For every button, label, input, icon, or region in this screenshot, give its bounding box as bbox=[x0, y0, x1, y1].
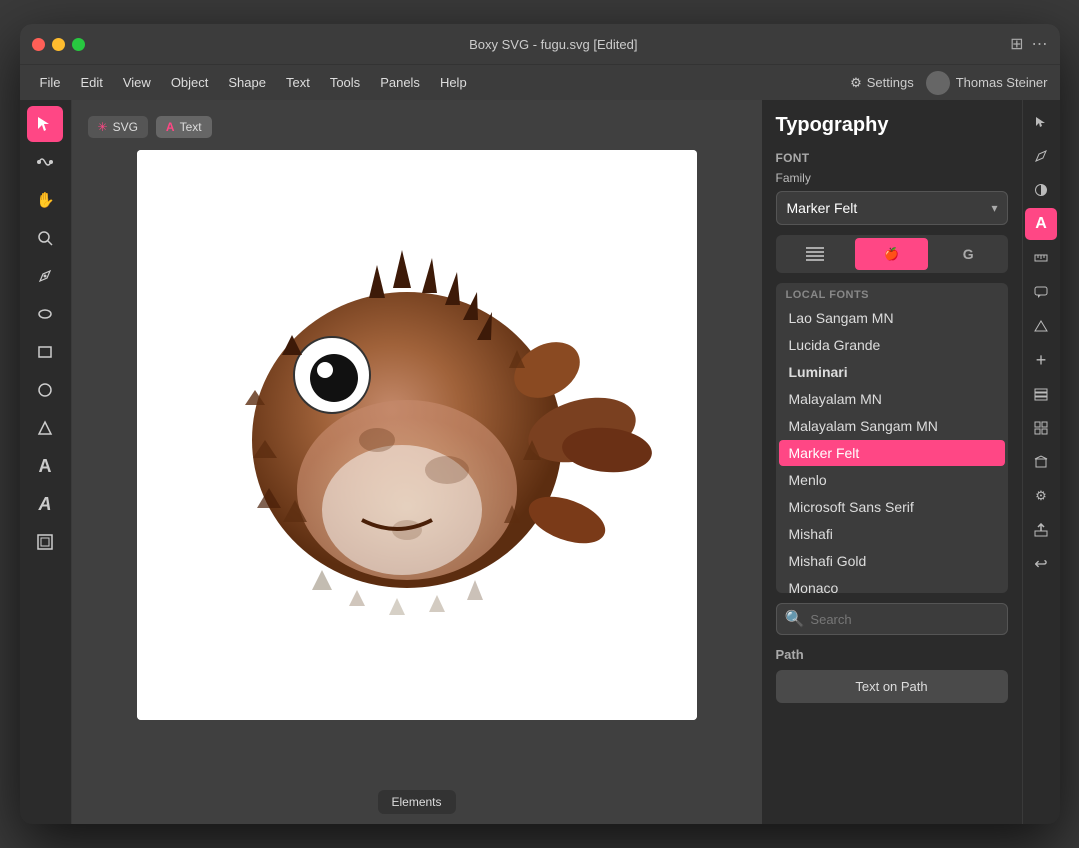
family-label: Family bbox=[776, 171, 1008, 185]
font-item-0[interactable]: Lao Sangam MN bbox=[779, 305, 1005, 331]
svg-text:✋: ✋ bbox=[36, 191, 54, 209]
text-italic-tool-btn[interactable]: A bbox=[27, 486, 63, 522]
menu-edit[interactable]: Edit bbox=[72, 71, 110, 94]
panel-export-icon[interactable] bbox=[1025, 514, 1057, 546]
font-item-3[interactable]: Malayalam MN bbox=[779, 386, 1005, 412]
menu-tools[interactable]: Tools bbox=[322, 71, 368, 94]
pan-tool-btn[interactable]: ✋ bbox=[27, 182, 63, 218]
font-item-7[interactable]: Microsoft Sans Serif bbox=[779, 494, 1005, 520]
svg-tab-label: SVG bbox=[113, 120, 138, 134]
right-section: Typography Font Family Marker Felt ▾ bbox=[762, 100, 1060, 824]
main-row: ✋ A A bbox=[20, 100, 1060, 824]
zoom-tool-btn[interactable] bbox=[27, 220, 63, 256]
menu-view[interactable]: View bbox=[115, 71, 159, 94]
menu-bar: File Edit View Object Shape Text Tools P… bbox=[20, 64, 1060, 100]
font-family-select[interactable]: Marker Felt bbox=[776, 191, 1008, 225]
frame-tool-btn[interactable] bbox=[27, 524, 63, 560]
font-search-box[interactable]: 🔍 bbox=[776, 603, 1008, 635]
user-button[interactable]: Thomas Steiner bbox=[926, 71, 1048, 95]
panel-plus-icon[interactable]: + bbox=[1025, 344, 1057, 376]
user-avatar bbox=[926, 71, 950, 95]
text-tab[interactable]: A Text bbox=[156, 116, 212, 138]
font-family-wrapper: Marker Felt ▾ bbox=[776, 191, 1008, 225]
settings-icon: ⚙ bbox=[850, 75, 862, 91]
node-tool-btn[interactable] bbox=[27, 144, 63, 180]
font-item-4[interactable]: Malayalam Sangam MN bbox=[779, 413, 1005, 439]
text-tab-label: Text bbox=[180, 120, 202, 134]
pen-tool-btn[interactable] bbox=[27, 258, 63, 294]
search-icon: 🔍 bbox=[785, 609, 805, 629]
panel-building-icon[interactable] bbox=[1025, 446, 1057, 478]
font-search-input[interactable] bbox=[810, 612, 998, 627]
menu-panels[interactable]: Panels bbox=[372, 71, 428, 94]
menu-help[interactable]: Help bbox=[432, 71, 475, 94]
menu-shape[interactable]: Shape bbox=[220, 71, 274, 94]
panel-title: Typography bbox=[776, 114, 1008, 137]
path-section: Path Text on Path bbox=[776, 647, 1008, 703]
path-label: Path bbox=[776, 647, 1008, 662]
app-window: Boxy SVG - fugu.svg [Edited] ⊞ ⋯ File Ed… bbox=[20, 24, 1060, 824]
panel-layers-icon[interactable] bbox=[1025, 378, 1057, 410]
font-section-label: Font bbox=[776, 151, 1008, 165]
google-source-tab[interactable]: G bbox=[932, 238, 1005, 270]
font-item-5[interactable]: Marker Felt bbox=[779, 440, 1005, 466]
panel-undo-icon[interactable]: ↩ bbox=[1025, 548, 1057, 580]
svg-tab[interactable]: ✳ SVG bbox=[88, 116, 148, 138]
menu-file[interactable]: File bbox=[32, 71, 69, 94]
circle-tool-btn[interactable] bbox=[27, 372, 63, 408]
canvas-tabs: ✳ SVG A Text bbox=[88, 116, 212, 138]
font-item-10[interactable]: Monaco bbox=[779, 575, 1005, 593]
settings-label: Settings bbox=[867, 75, 914, 90]
settings-button[interactable]: ⚙ Settings bbox=[850, 75, 914, 91]
panel-pen-icon[interactable] bbox=[1025, 140, 1057, 172]
font-list[interactable]: LOCAL FONTS Lao Sangam MN Lucida Grande … bbox=[776, 283, 1008, 593]
title-bar-right: ⊞ ⋯ bbox=[1010, 34, 1047, 54]
window-title: Boxy SVG - fugu.svg [Edited] bbox=[97, 37, 1011, 52]
font-item-6[interactable]: Menlo bbox=[779, 467, 1005, 493]
minimize-button[interactable] bbox=[52, 38, 65, 51]
text-tab-icon: A bbox=[166, 120, 175, 134]
panel-gear-icon[interactable]: ⚙ bbox=[1025, 480, 1057, 512]
text-tool-btn[interactable]: A bbox=[27, 448, 63, 484]
traffic-lights bbox=[32, 38, 85, 51]
local-fonts-header: LOCAL FONTS bbox=[776, 283, 1008, 304]
panel-select-icon[interactable] bbox=[1025, 106, 1057, 138]
menu-bar-right: ⚙ Settings Thomas Steiner bbox=[850, 71, 1047, 95]
ellipsis-icon[interactable]: ⋯ bbox=[1032, 34, 1048, 54]
puzzle-icon[interactable]: ⊞ bbox=[1010, 34, 1023, 54]
panel-comment-icon[interactable] bbox=[1025, 276, 1057, 308]
close-button[interactable] bbox=[32, 38, 45, 51]
canvas-area: ✳ SVG A Text bbox=[72, 100, 762, 824]
title-bar: Boxy SVG - fugu.svg [Edited] ⊞ ⋯ bbox=[20, 24, 1060, 64]
triangle-tool-btn[interactable] bbox=[27, 410, 63, 446]
elements-label: Elements bbox=[391, 795, 441, 809]
font-item-2[interactable]: Luminari bbox=[779, 359, 1005, 385]
panel-grid-icon[interactable] bbox=[1025, 412, 1057, 444]
user-name: Thomas Steiner bbox=[956, 75, 1048, 90]
panel-contrast-icon[interactable] bbox=[1025, 174, 1057, 206]
menu-object[interactable]: Object bbox=[163, 71, 217, 94]
text-on-path-button[interactable]: Text on Path bbox=[776, 670, 1008, 703]
maximize-button[interactable] bbox=[72, 38, 85, 51]
elements-bar[interactable]: Elements bbox=[377, 790, 455, 814]
panel-delta-icon[interactable] bbox=[1025, 310, 1057, 342]
select-tool-btn[interactable] bbox=[27, 106, 63, 142]
typography-panel: Typography Font Family Marker Felt ▾ bbox=[762, 100, 1022, 824]
right-icon-panel: A + ⚙ bbox=[1022, 100, 1060, 824]
rect-tool-btn[interactable] bbox=[27, 334, 63, 370]
panel-typography-icon[interactable]: A bbox=[1025, 208, 1057, 240]
list-source-tab[interactable] bbox=[779, 238, 852, 270]
left-toolbar: ✋ A A bbox=[20, 100, 72, 824]
apple-source-tab[interactable]: 🍎 bbox=[855, 238, 928, 270]
menu-text[interactable]: Text bbox=[278, 71, 318, 94]
font-source-tabs: 🍎 G bbox=[776, 235, 1008, 273]
svg-tab-icon: ✳ bbox=[98, 120, 108, 134]
panel-ruler-icon[interactable] bbox=[1025, 242, 1057, 274]
canvas-container[interactable]: Project Fugu rocks! bbox=[137, 150, 697, 720]
font-item-1[interactable]: Lucida Grande bbox=[779, 332, 1005, 358]
font-item-9[interactable]: Mishafi Gold bbox=[779, 548, 1005, 574]
font-item-8[interactable]: Mishafi bbox=[779, 521, 1005, 547]
ellipse-tool-btn[interactable] bbox=[27, 296, 63, 332]
